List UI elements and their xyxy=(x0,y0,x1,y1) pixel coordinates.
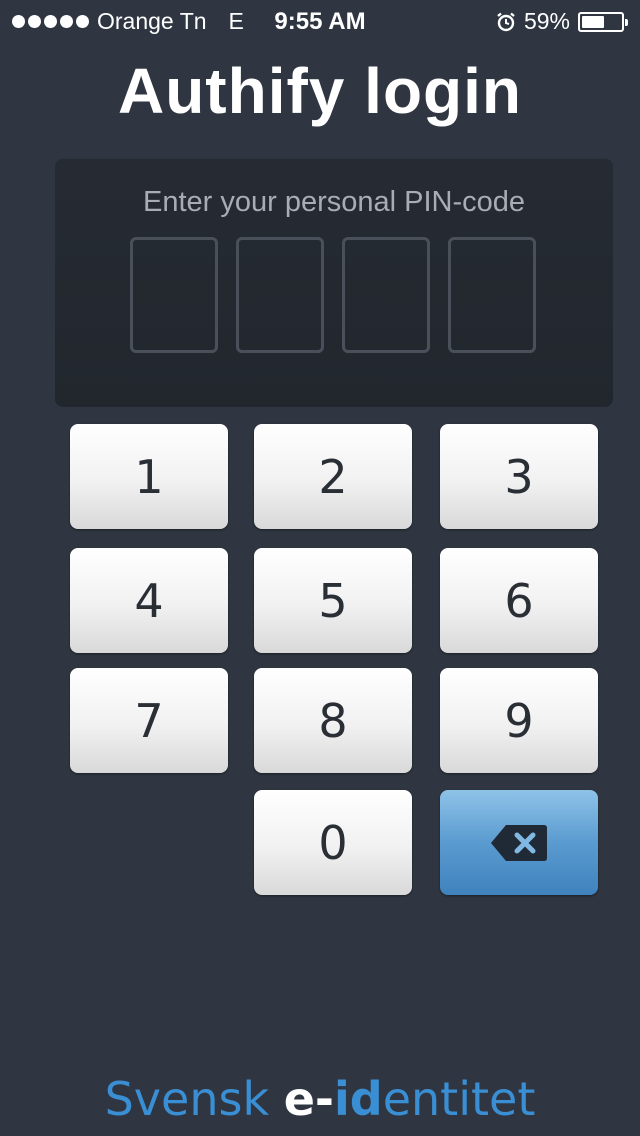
battery-icon xyxy=(578,11,628,32)
pin-digit-box-2 xyxy=(236,237,324,353)
keypad-key-2[interactable]: 2 xyxy=(254,424,412,529)
keypad-key-1[interactable]: 1 xyxy=(70,424,228,529)
login-screen: Orange Tn E 9:55 AM 59% Authify login En… xyxy=(0,0,640,1136)
brand-part-e: e- xyxy=(283,1072,335,1126)
status-bar: Orange Tn E 9:55 AM 59% xyxy=(0,0,640,40)
page-title: Authify login xyxy=(117,55,523,127)
delete-button[interactable] xyxy=(440,790,598,895)
pin-digit-box-4 xyxy=(448,237,536,353)
status-right: 59% xyxy=(496,8,628,35)
pin-panel: Enter your personal PIN-code xyxy=(55,158,613,407)
keypad-key-9[interactable]: 9 xyxy=(440,668,598,773)
pin-prompt: Enter your personal PIN-code xyxy=(142,186,526,218)
pin-digit-box-3 xyxy=(342,237,430,353)
brand-part-entitet: entitet xyxy=(382,1072,536,1126)
alarm-icon xyxy=(496,12,516,32)
keypad-key-4[interactable]: 4 xyxy=(70,548,228,653)
keypad-key-3[interactable]: 3 xyxy=(440,424,598,529)
keypad-key-7[interactable]: 7 xyxy=(70,668,228,773)
brand-part-svensk: Svensk xyxy=(104,1072,284,1126)
keypad-key-6[interactable]: 6 xyxy=(440,548,598,653)
keypad-key-5[interactable]: 5 xyxy=(254,548,412,653)
backspace-icon xyxy=(491,824,547,861)
keypad-key-0[interactable]: 0 xyxy=(254,790,412,895)
pin-digit-box-1 xyxy=(130,237,218,353)
brand-part-id: id xyxy=(334,1072,383,1126)
keypad-key-8[interactable]: 8 xyxy=(254,668,412,773)
battery-percent: 59% xyxy=(523,8,570,34)
brand-logo: Svensk e-identitet xyxy=(0,1072,640,1126)
